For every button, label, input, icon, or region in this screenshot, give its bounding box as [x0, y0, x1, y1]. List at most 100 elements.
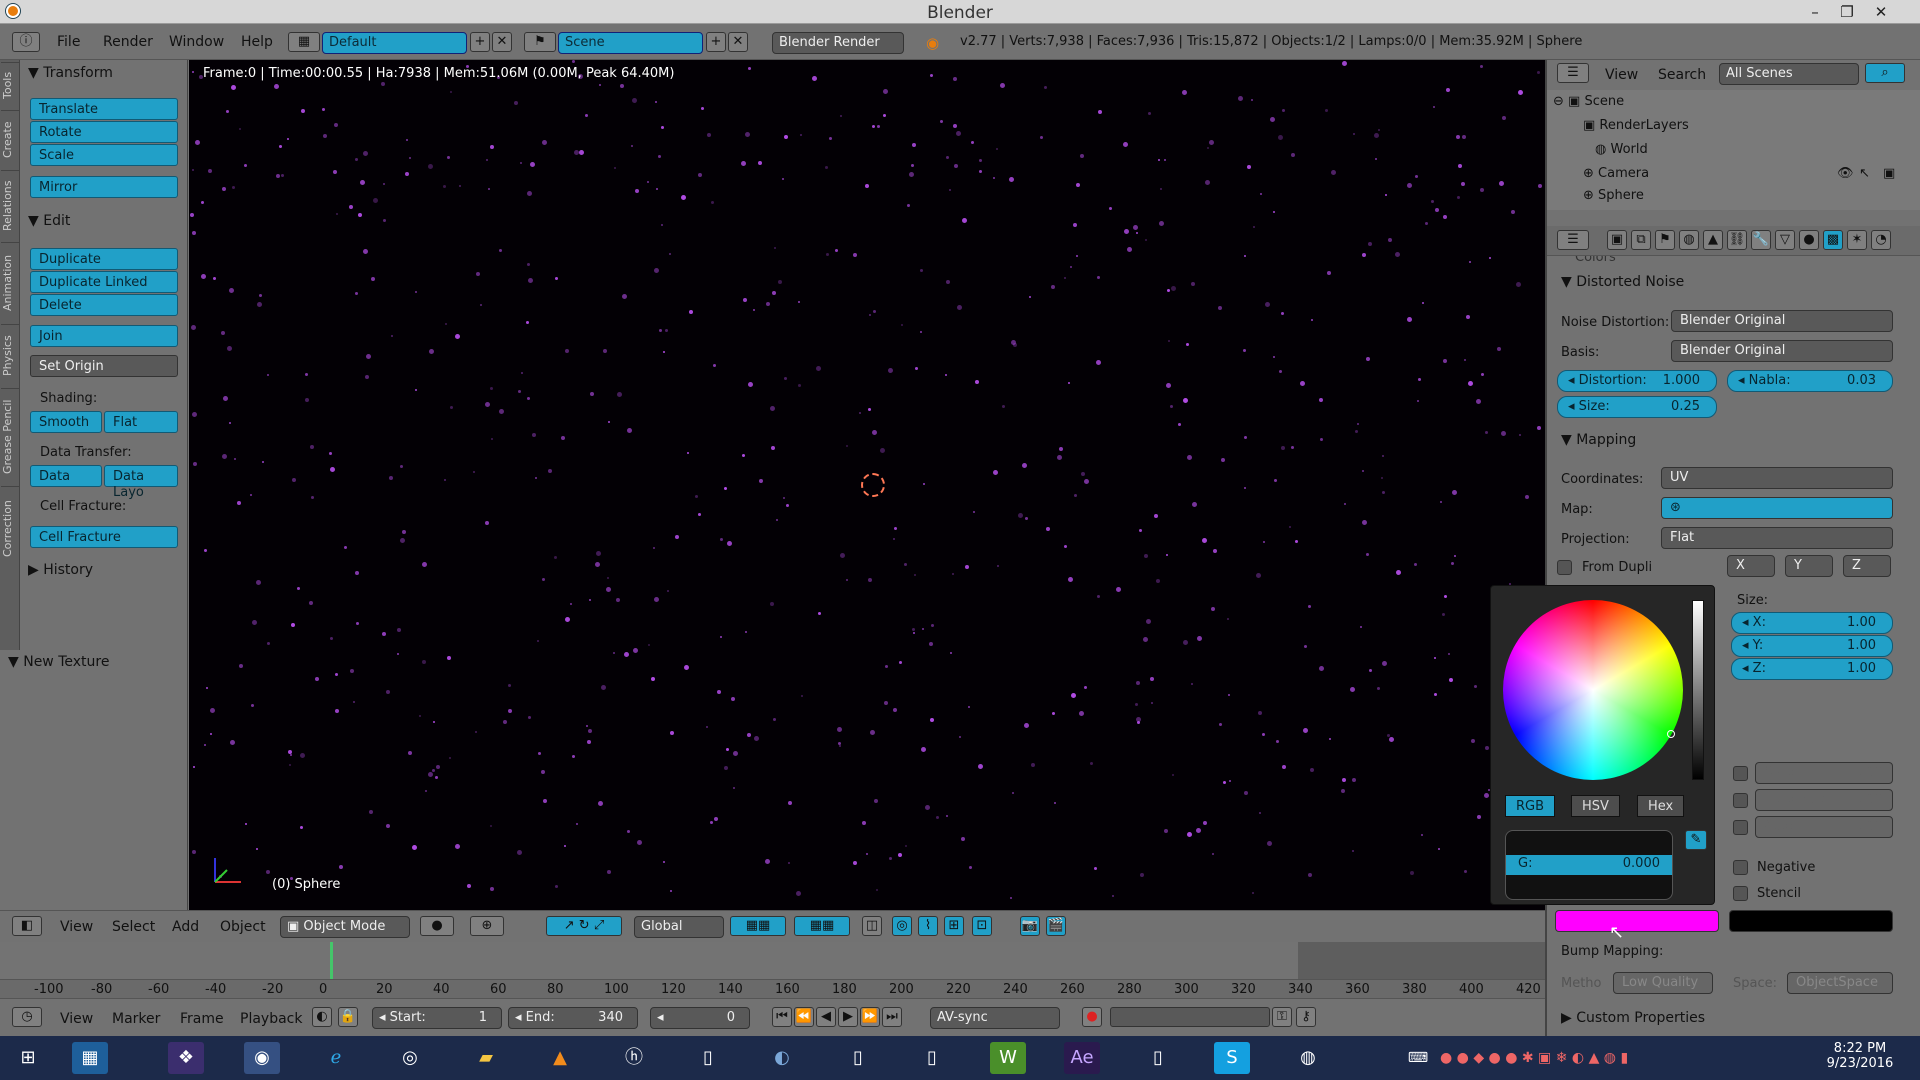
uv-map-field[interactable]: ⊛ — [1661, 497, 1893, 519]
add-field[interactable]: Add: 1.000 — [1755, 816, 1893, 838]
pivot-point-icon[interactable]: ⊕ — [470, 916, 504, 936]
outliner-row-renderlayers[interactable]: ▣ RenderLayers — [1583, 118, 1689, 133]
cinema4d-icon[interactable]: ◐ — [764, 1042, 800, 1074]
remove-scene-button[interactable]: ✕ — [728, 32, 748, 52]
snap-element-icon[interactable]: ⊡ — [972, 916, 992, 936]
vlc-icon[interactable]: ▲ — [542, 1042, 578, 1074]
color-wheel-cursor[interactable] — [1667, 730, 1675, 738]
keyboard-tray-icon[interactable]: ⌨ — [1400, 1042, 1436, 1074]
clock[interactable]: 8:22 PM 9/23/2016 — [1810, 1041, 1910, 1071]
delete-button[interactable]: Delete — [30, 294, 178, 316]
viewport-shading-icon[interactable]: ● — [420, 916, 454, 936]
outliner-row-sphere[interactable]: ⊕ Sphere — [1583, 188, 1644, 203]
scale-button[interactable]: Scale — [30, 144, 178, 166]
tab-animation[interactable]: Animation — [1, 242, 19, 322]
snap-icon[interactable]: ⌇ — [918, 916, 938, 936]
distorted-noise-header[interactable]: ▼ Distorted Noise — [1561, 274, 1684, 290]
nabla-field[interactable]: ◂ Nabla: 0.03 — [1727, 370, 1893, 392]
tab-grease-pencil[interactable]: Grease Pencil — [1, 388, 19, 484]
editor-type-button[interactable]: ⓘ — [12, 32, 40, 52]
size-z-field[interactable]: ◂ Z: 1.00 — [1731, 658, 1893, 680]
render-layers-tab-icon[interactable]: ⧉ — [1631, 230, 1651, 250]
outliner-search-icon[interactable]: ⌕ — [1865, 63, 1905, 83]
document4-icon[interactable]: ▯ — [1140, 1042, 1176, 1074]
size-influence-field[interactable]: Size: 1.000 — [1755, 762, 1893, 784]
menu-view[interactable]: View — [60, 919, 93, 935]
jump-keyframe-back-icon[interactable]: ⏪ — [794, 1007, 814, 1027]
remove-layout-button[interactable]: ✕ — [492, 32, 512, 52]
document3-icon[interactable]: ▯ — [914, 1042, 950, 1074]
duplicate-linked-button[interactable]: Duplicate Linked — [30, 271, 178, 293]
document2-icon[interactable]: ▯ — [840, 1042, 876, 1074]
skype-icon[interactable]: S — [1214, 1042, 1250, 1074]
play-reverse-icon[interactable]: ◀ — [816, 1007, 836, 1027]
render-engine-dropdown[interactable]: Blender Render — [772, 32, 904, 54]
sync-mode-dropdown[interactable]: AV-sync — [930, 1007, 1060, 1029]
select-arrow-icon[interactable]: ↖ — [1859, 166, 1870, 181]
snap-target-icon[interactable]: ⊞ — [944, 916, 964, 936]
render-anim-icon[interactable]: 🎬 — [1046, 916, 1066, 936]
tab-relations[interactable]: Relations — [1, 170, 19, 240]
outliner-row-world[interactable]: ◍ World — [1595, 142, 1648, 157]
3d-cursor-icon[interactable] — [861, 473, 885, 497]
add-checkbox[interactable] — [1733, 820, 1748, 835]
screen-layout-icon[interactable]: ▦ — [288, 32, 320, 52]
color-wheel[interactable] — [1503, 600, 1683, 780]
close-button[interactable]: ✕ — [1866, 2, 1896, 22]
menu-select[interactable]: Select — [112, 919, 155, 935]
set-origin-dropdown[interactable]: Set Origin — [30, 355, 178, 377]
mode-dropdown[interactable]: ▣ Object Mode — [280, 916, 410, 938]
tab-physics[interactable]: Physics — [1, 324, 19, 386]
render-tab-icon[interactable]: ▣ — [1607, 230, 1627, 250]
data-tab-icon[interactable]: ▽ — [1775, 230, 1795, 250]
join-button[interactable]: Join — [30, 325, 178, 347]
outliner-row-camera[interactable]: ⊕ Camera — [1583, 166, 1649, 181]
distortion-field[interactable]: ◂ Distortion: 1.000 — [1557, 370, 1717, 392]
local-view-icon[interactable]: ◫ — [862, 916, 882, 936]
delete-keyframe-icon[interactable]: ⚷ — [1296, 1007, 1316, 1027]
mapping-x-dropdown[interactable]: X — [1727, 555, 1775, 577]
outliner-editor-type-icon[interactable]: ☰ — [1557, 63, 1589, 83]
coordinates-dropdown[interactable]: UV — [1661, 467, 1893, 489]
start-frame-field[interactable]: ◂ Start: 1 — [372, 1007, 502, 1029]
play-icon[interactable]: ▶ — [838, 1007, 858, 1027]
record-icon[interactable]: ● — [1082, 1007, 1102, 1027]
hardness-checkbox[interactable] — [1733, 793, 1748, 808]
texture-color-swatch[interactable] — [1555, 910, 1719, 932]
internet-explorer-icon[interactable]: ℯ — [318, 1042, 354, 1074]
timeline-editor[interactable]: -100 -80 -60 -40 -20 0 20 40 60 80 100 120 140 160 180… — [0, 942, 1545, 998]
current-frame-field[interactable]: ◂ 0 — [650, 1007, 750, 1029]
menu-render[interactable]: Render — [103, 34, 153, 50]
tab-rgb[interactable]: RGB — [1505, 795, 1556, 817]
material-tab-icon[interactable]: ● — [1799, 230, 1819, 250]
negative-checkbox[interactable] — [1733, 860, 1748, 875]
hp-icon[interactable]: ⓗ — [616, 1042, 652, 1074]
menu-marker[interactable]: Marker — [112, 1011, 160, 1027]
menu-object[interactable]: Object — [220, 919, 266, 935]
constraints-tab-icon[interactable]: ⛓ — [1727, 230, 1747, 250]
mapping-y-dropdown[interactable]: Y — [1785, 555, 1833, 577]
size-y-field[interactable]: ◂ Y: 1.00 — [1731, 635, 1893, 657]
jump-start-icon[interactable]: ⏮ — [772, 1007, 792, 1027]
bump-space-dropdown[interactable]: ObjectSpace — [1787, 972, 1893, 994]
minimize-button[interactable]: – — [1800, 2, 1830, 22]
end-frame-field[interactable]: ◂ End: 340 — [508, 1007, 638, 1029]
menu-file[interactable]: File — [57, 34, 80, 50]
green-channel-field[interactable]: G: 0.000 — [1506, 855, 1672, 875]
transform-panel-header[interactable]: ▼ Transform — [28, 65, 113, 81]
scene-icon[interactable]: ⚑ — [524, 32, 556, 52]
tab-hex[interactable]: Hex — [1637, 795, 1685, 817]
properties-editor-type-icon[interactable]: ☰ — [1557, 230, 1589, 250]
edit-panel-header[interactable]: ▼ Edit — [28, 213, 70, 229]
cell-fracture-button[interactable]: Cell Fracture — [30, 526, 178, 548]
mapping-z-dropdown[interactable]: Z — [1843, 555, 1891, 577]
render-camera-icon[interactable]: ▣ — [1883, 166, 1895, 181]
translate-button[interactable]: Translate — [30, 98, 178, 120]
insert-keyframe-icon[interactable]: ⚿ — [1272, 1007, 1292, 1027]
new-texture-header[interactable]: ▼ New Texture — [8, 654, 109, 670]
windows-start-icon[interactable]: ⊞ — [10, 1042, 46, 1074]
shade-smooth-button[interactable]: Smooth — [30, 411, 102, 433]
menu-add[interactable]: Add — [172, 919, 199, 935]
store-icon[interactable]: ▦ — [72, 1042, 108, 1074]
after-effects-icon[interactable]: Ae — [1064, 1042, 1100, 1074]
